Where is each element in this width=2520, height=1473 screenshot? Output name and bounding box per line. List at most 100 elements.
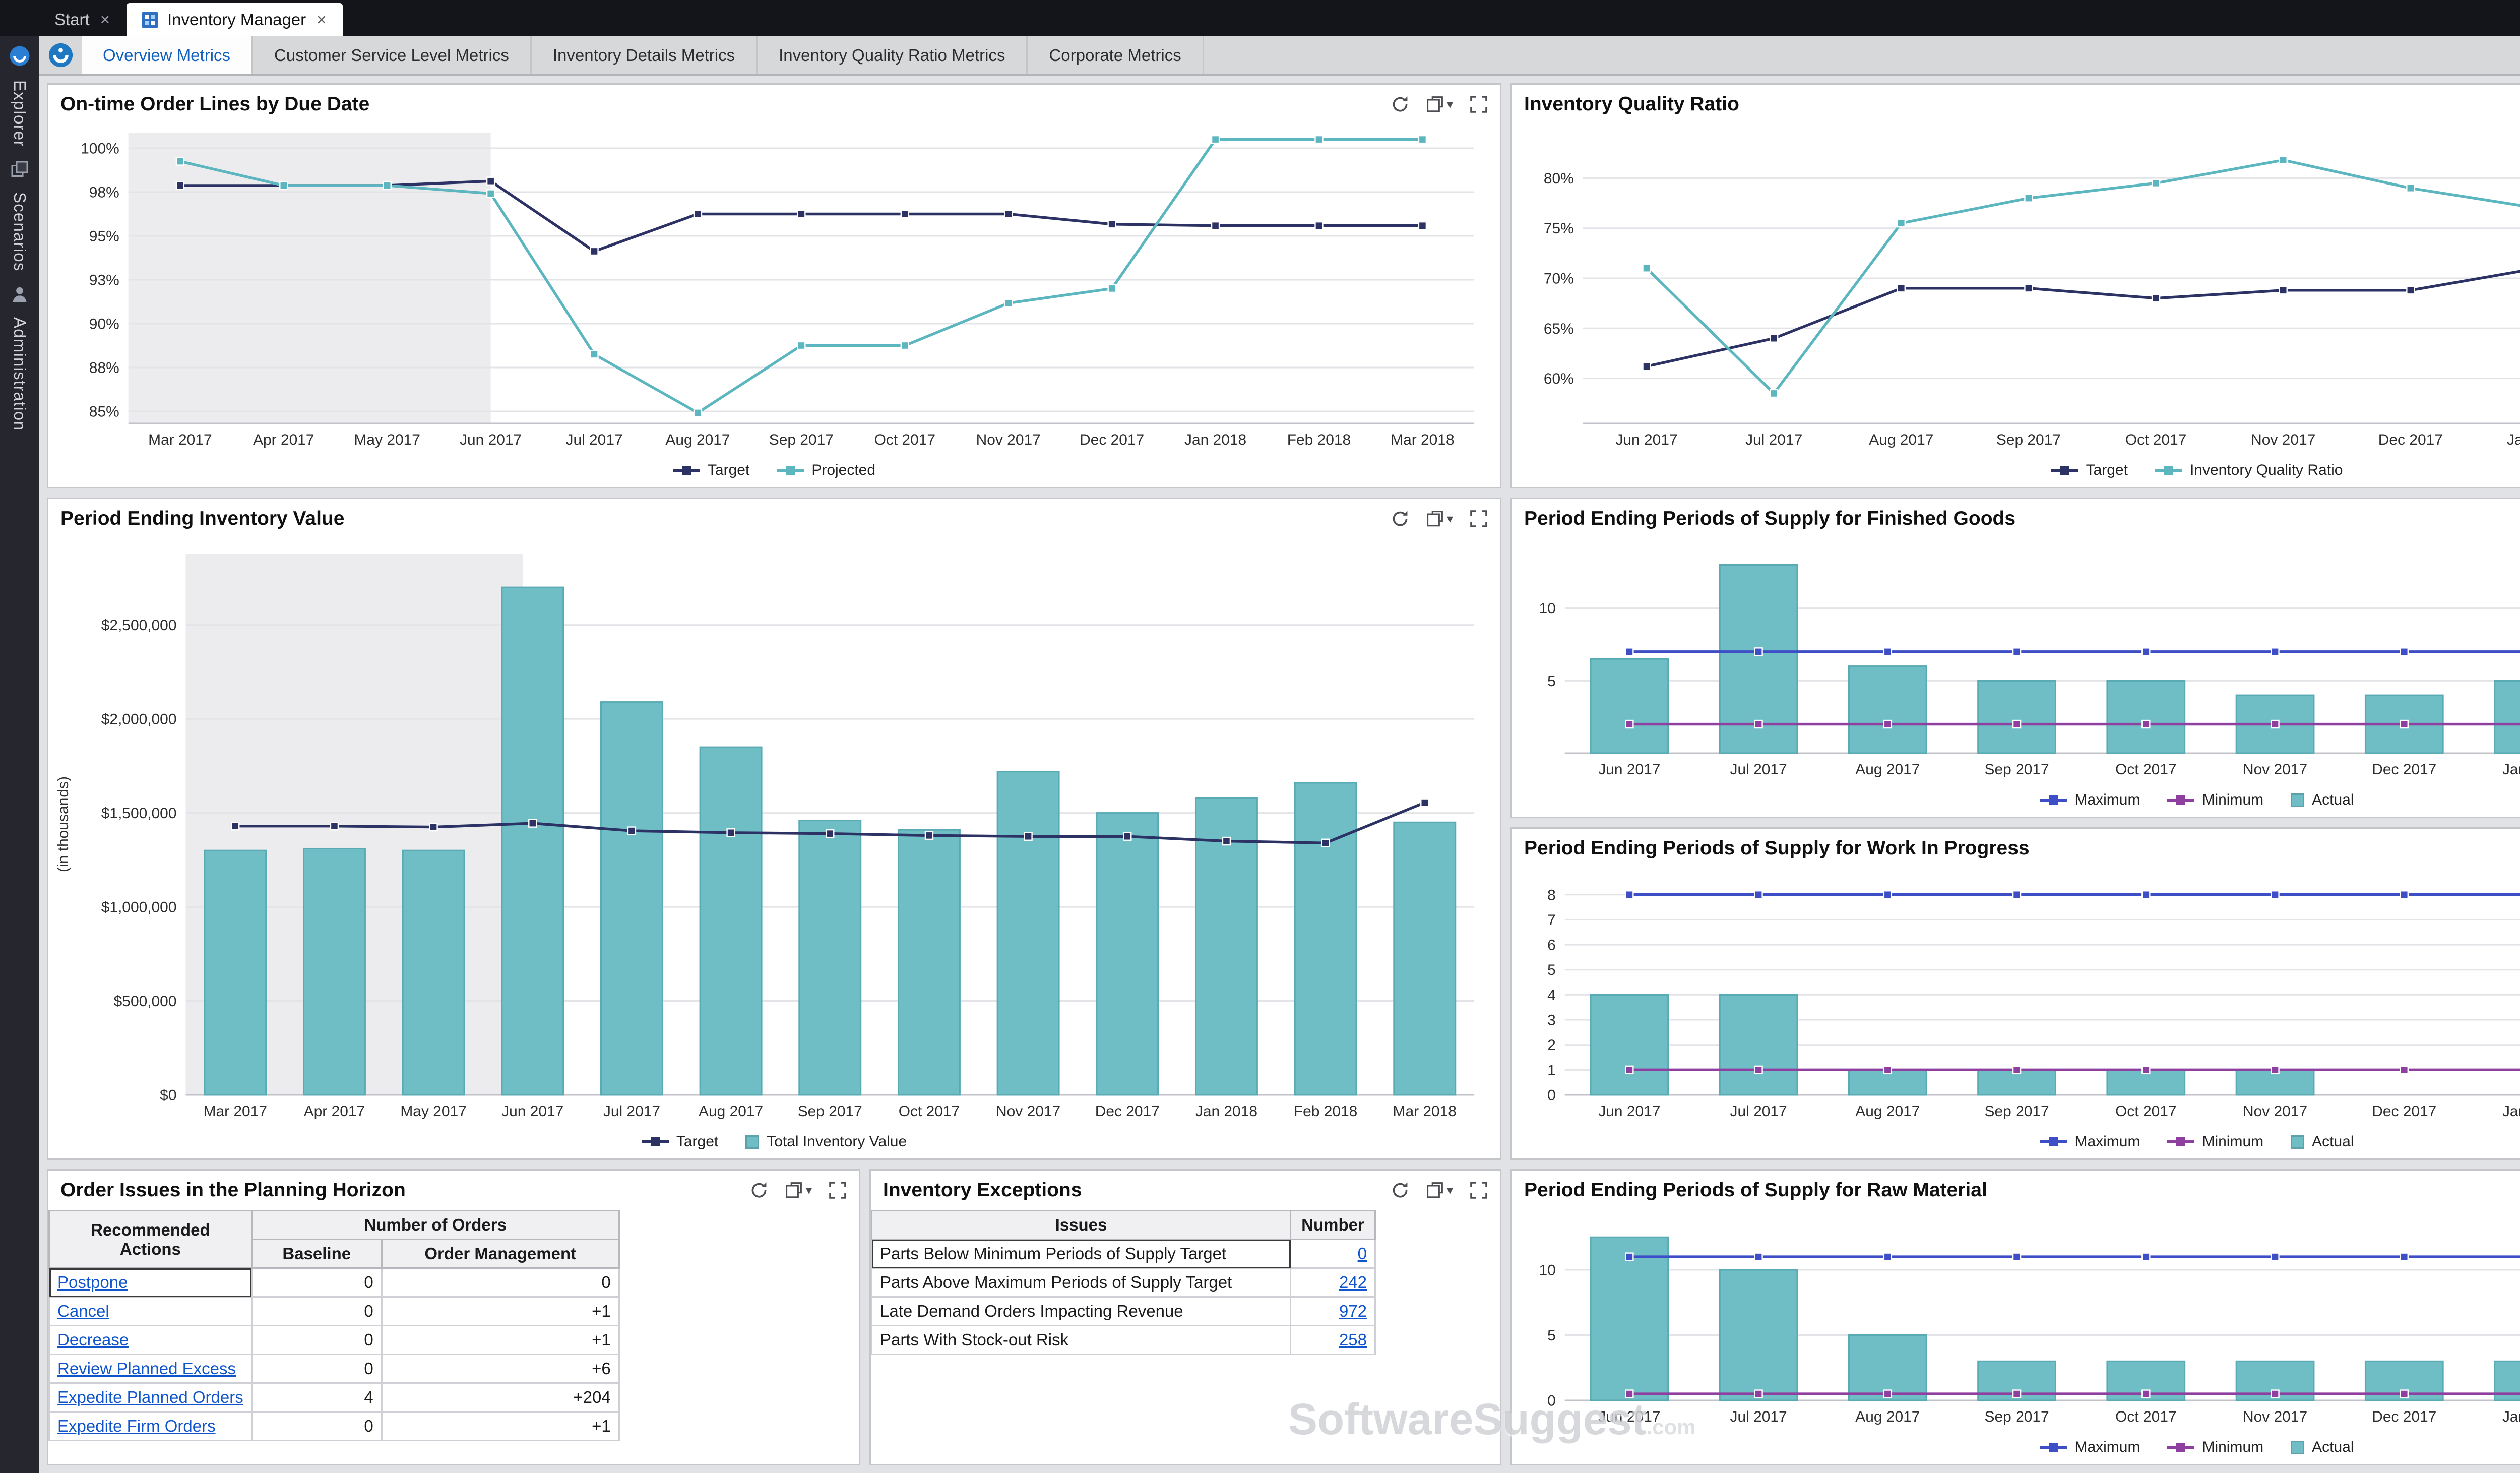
refresh-button[interactable] — [1391, 510, 1409, 528]
data-point-marker[interactable] — [1625, 1253, 1633, 1261]
data-point-marker[interactable] — [1884, 1066, 1892, 1074]
bar[interactable] — [403, 850, 464, 1095]
order-action-cell[interactable]: Expedite Planned Orders — [49, 1383, 252, 1412]
issue-count-link[interactable]: 242 — [1339, 1273, 1367, 1292]
bar[interactable] — [1978, 681, 2056, 753]
data-point-marker[interactable] — [2013, 1253, 2021, 1261]
data-point-marker[interactable] — [591, 248, 598, 255]
sidebar-item-administration[interactable]: Administration — [10, 317, 29, 431]
bar[interactable] — [2495, 681, 2520, 753]
data-point-marker[interactable] — [1884, 720, 1892, 728]
data-point-marker[interactable] — [694, 409, 702, 416]
data-point-marker[interactable] — [925, 832, 933, 839]
bar[interactable] — [205, 850, 266, 1095]
data-point-marker[interactable] — [2013, 720, 2021, 728]
data-point-marker[interactable] — [2401, 1066, 2408, 1074]
data-point-marker[interactable] — [1643, 265, 1651, 272]
refresh-button[interactable] — [1391, 95, 1409, 113]
scenarios-icon[interactable] — [11, 160, 29, 178]
data-point-marker[interactable] — [1025, 833, 1032, 840]
bar[interactable] — [997, 772, 1059, 1095]
administration-icon[interactable] — [11, 285, 29, 303]
data-point-marker[interactable] — [901, 210, 909, 218]
tab-inventory-details-metrics[interactable]: Inventory Details Metrics — [532, 36, 758, 74]
issue-count-cell[interactable]: 972 — [1291, 1297, 1375, 1326]
data-point-marker[interactable] — [2142, 1390, 2150, 1398]
data-point-marker[interactable] — [529, 820, 536, 827]
order-action-cell[interactable]: Review Planned Excess — [49, 1355, 252, 1383]
data-point-marker[interactable] — [1315, 136, 1322, 143]
data-point-marker[interactable] — [2401, 1390, 2408, 1398]
maximize-button[interactable] — [829, 1181, 847, 1199]
data-point-marker[interactable] — [2013, 1390, 2021, 1398]
data-point-marker[interactable] — [2407, 286, 2414, 294]
data-point-marker[interactable] — [1419, 222, 1426, 229]
data-point-marker[interactable] — [280, 181, 287, 189]
maximize-button[interactable] — [1470, 510, 1488, 528]
data-point-marker[interactable] — [1770, 335, 1778, 342]
data-point-marker[interactable] — [2272, 1253, 2279, 1261]
data-point-marker[interactable] — [1755, 1253, 1762, 1261]
explorer-icon[interactable] — [9, 45, 30, 67]
open-in-window-button[interactable]: ▾ — [1426, 95, 1453, 113]
order-action-link[interactable]: Decrease — [57, 1330, 129, 1349]
data-point-marker[interactable] — [1108, 220, 1116, 228]
open-in-window-button[interactable]: ▾ — [1426, 1181, 1453, 1199]
data-point-marker[interactable] — [487, 177, 494, 185]
data-point-marker[interactable] — [1755, 720, 1762, 728]
issue-count-link[interactable]: 972 — [1339, 1302, 1367, 1320]
order-action-cell[interactable]: Cancel — [49, 1297, 252, 1326]
data-point-marker[interactable] — [1755, 891, 1762, 898]
data-point-marker[interactable] — [1898, 219, 1905, 227]
order-action-link[interactable]: Review Planned Excess — [57, 1359, 236, 1378]
data-point-marker[interactable] — [1770, 390, 1778, 397]
data-point-marker[interactable] — [1004, 299, 1012, 307]
data-point-marker[interactable] — [231, 822, 239, 830]
data-point-marker[interactable] — [2272, 1066, 2279, 1074]
issue-count-cell[interactable]: 258 — [1291, 1326, 1375, 1355]
dropdown-caret-icon[interactable]: ▾ — [1447, 512, 1453, 526]
bar[interactable] — [303, 848, 365, 1095]
data-point-marker[interactable] — [1212, 136, 1219, 143]
data-point-marker[interactable] — [2152, 179, 2160, 187]
data-point-marker[interactable] — [591, 350, 598, 358]
tab-overview-metrics[interactable]: Overview Metrics — [82, 36, 253, 74]
open-in-window-button[interactable]: ▾ — [1426, 510, 1453, 528]
bar[interactable] — [1591, 659, 1668, 753]
order-action-link[interactable]: Postpone — [57, 1273, 128, 1292]
dropdown-caret-icon[interactable]: ▾ — [806, 1183, 812, 1198]
order-action-link[interactable]: Expedite Planned Orders — [57, 1388, 243, 1406]
sidebar-item-scenarios[interactable]: Scenarios — [10, 192, 29, 272]
issue-count-cell[interactable]: 0 — [1291, 1240, 1375, 1268]
bar[interactable] — [1849, 666, 1926, 753]
data-point-marker[interactable] — [1884, 648, 1892, 655]
data-point-marker[interactable] — [1898, 284, 1905, 292]
data-point-marker[interactable] — [487, 190, 494, 197]
data-point-marker[interactable] — [2272, 1390, 2279, 1398]
data-point-marker[interactable] — [1643, 362, 1651, 370]
data-point-marker[interactable] — [1884, 891, 1892, 898]
maximize-button[interactable] — [1470, 1181, 1488, 1199]
data-point-marker[interactable] — [2272, 648, 2279, 655]
data-point-marker[interactable] — [1755, 1390, 1762, 1398]
bar[interactable] — [1295, 783, 1356, 1095]
data-point-marker[interactable] — [2280, 286, 2287, 294]
tab-inventory-quality-ratio-metrics[interactable]: Inventory Quality Ratio Metrics — [758, 36, 1028, 74]
data-point-marker[interactable] — [826, 830, 834, 837]
data-point-marker[interactable] — [2401, 720, 2408, 728]
data-point-marker[interactable] — [176, 158, 184, 165]
data-point-marker[interactable] — [2142, 720, 2150, 728]
data-point-marker[interactable] — [694, 210, 702, 218]
bar[interactable] — [1591, 1237, 1668, 1400]
data-point-marker[interactable] — [1315, 222, 1322, 229]
bar[interactable] — [601, 702, 662, 1095]
close-tab-icon[interactable]: × — [99, 10, 111, 29]
order-action-cell[interactable]: Decrease — [49, 1326, 252, 1355]
data-point-marker[interactable] — [1108, 285, 1116, 292]
bar[interactable] — [1720, 995, 1797, 1095]
issue-count-link[interactable]: 258 — [1339, 1330, 1367, 1349]
bar[interactable] — [799, 821, 861, 1095]
data-point-marker[interactable] — [1755, 648, 1762, 655]
bar[interactable] — [700, 747, 762, 1095]
data-point-marker[interactable] — [1223, 837, 1230, 845]
